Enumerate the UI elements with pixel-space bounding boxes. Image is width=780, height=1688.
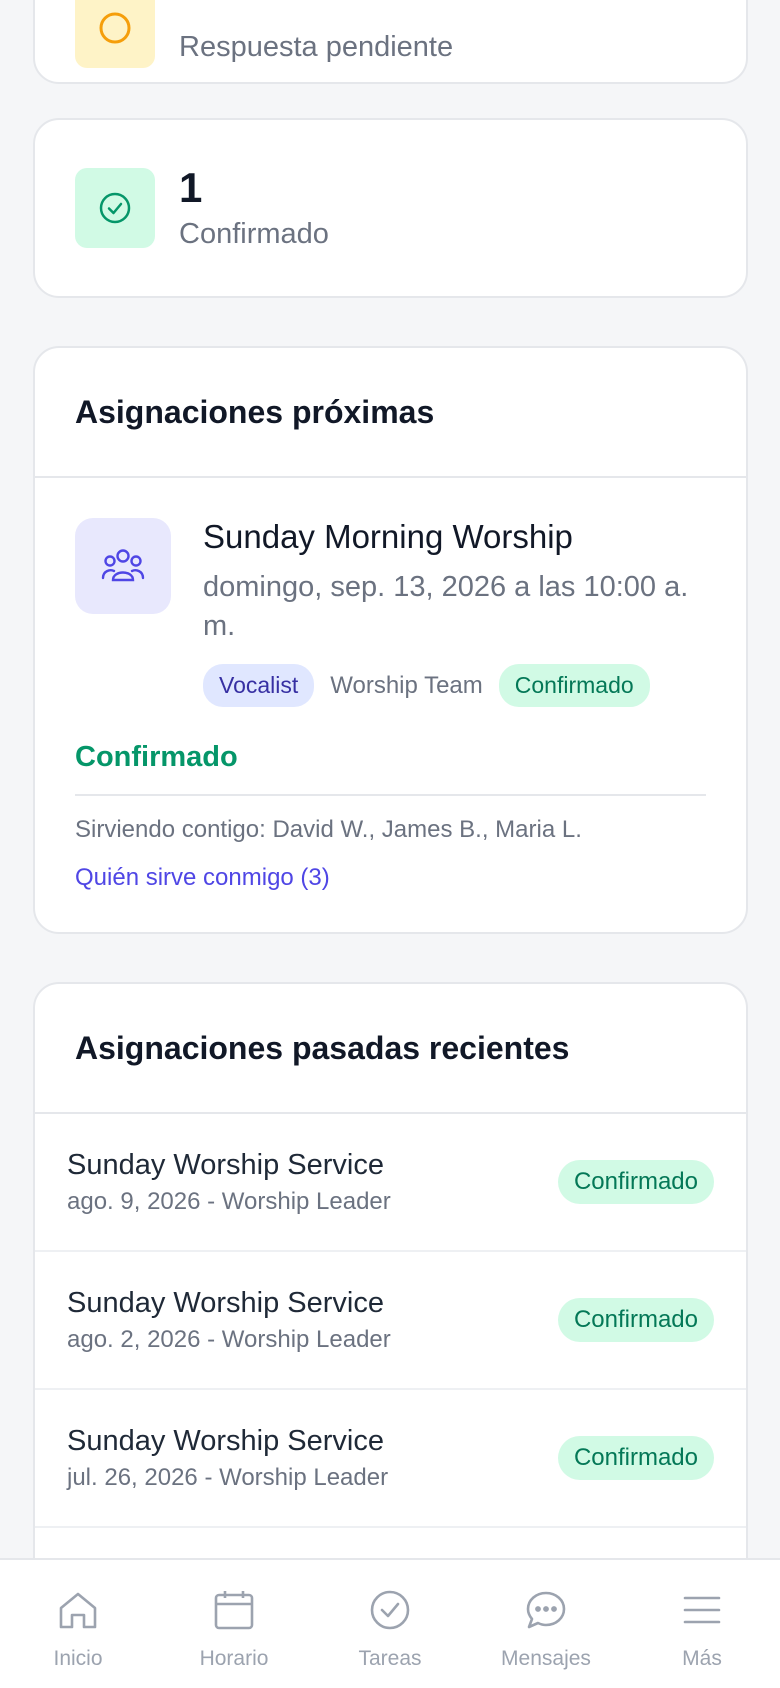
assignment-date: domingo, sep. 13, 2026 a las 10:00 a. m.	[203, 571, 689, 643]
pending-stat-card: Respuesta pendiente	[33, 0, 748, 84]
nav-item-mas[interactable]: Más	[624, 1560, 780, 1688]
past-item-text: Sunday Worship Service ago. 2, 2026 - Wo…	[67, 1287, 391, 1354]
past-item-title: Sunday Worship Service	[67, 1424, 385, 1457]
assignment-item[interactable]: Sunday Morning Worship domingo, sep. 13,…	[35, 478, 746, 932]
chat-icon	[524, 1588, 568, 1637]
nav-label: Tareas	[358, 1647, 422, 1670]
nav-label: Más	[682, 1647, 722, 1670]
past-item-title: Sunday Worship Service	[67, 1286, 385, 1319]
past-item-text: Sunday Worship Service ago. 9, 2026 - Wo…	[67, 1149, 391, 1216]
clock-icon	[75, 0, 155, 68]
past-item[interactable]: Sunday Worship Service ago. 9, 2026 - Wo…	[35, 1114, 746, 1252]
past-item-sub: ago. 9, 2026 - Worship Leader	[67, 1187, 391, 1215]
confirmed-stat-card: 1 Confirmado	[33, 118, 748, 298]
status-tag: Confirmado	[498, 664, 650, 708]
team-tag: Worship Team	[330, 671, 483, 699]
check-circle-icon	[368, 1588, 412, 1637]
past-item-text: Sunday Worship Service jul. 26, 2026 - W…	[67, 1425, 388, 1492]
assignment-status: Confirmado	[75, 741, 238, 774]
nav-item-mensajes[interactable]: Mensajes	[468, 1560, 624, 1688]
upcoming-heading: Asignaciones próximas	[35, 348, 746, 478]
home-icon	[56, 1588, 100, 1637]
nav-label: Mensajes	[501, 1647, 591, 1670]
page: Respuesta pendiente 1 Confirmado Asignac…	[0, 0, 780, 1688]
pending-label: Respuesta pendiente	[179, 31, 454, 63]
menu-icon	[680, 1588, 724, 1637]
past-item-title: Sunday Worship Service	[67, 1148, 385, 1181]
status-badge: Confirmado	[557, 1298, 714, 1342]
assignment-info: Sunday Morning Worship domingo, sep. 13,…	[203, 518, 706, 708]
nav-label: Inicio	[53, 1647, 103, 1670]
calendar-icon	[212, 1588, 256, 1637]
assignment-tags: Vocalist Worship Team Confirmado	[203, 664, 706, 708]
role-tag: Vocalist	[203, 664, 315, 708]
upcoming-assignments-card: Asignaciones próximas Sunday Morning Wor…	[33, 346, 748, 934]
nav-item-inicio[interactable]: Inicio	[0, 1560, 156, 1688]
nav-item-horario[interactable]: Horario	[156, 1560, 312, 1688]
past-item-sub: jul. 26, 2026 - Worship Leader	[67, 1463, 389, 1491]
team-icon	[75, 518, 171, 614]
check-circle-icon	[75, 168, 155, 248]
nav-label: Horario	[199, 1647, 269, 1670]
serving-with-text: Sirviendo contigo: David W., James B., M…	[75, 816, 582, 844]
pending-stat-text: Respuesta pendiente	[179, 25, 453, 64]
bottom-nav: Inicio Horario Tareas Mensajes Más	[0, 1558, 780, 1688]
past-item[interactable]: Sunday Worship Service jul. 26, 2026 - W…	[35, 1390, 746, 1528]
assignment-row: Sunday Morning Worship domingo, sep. 13,…	[75, 518, 706, 708]
past-item[interactable]: Sunday Worship Service ago. 2, 2026 - Wo…	[35, 1252, 746, 1390]
confirmed-stat-text: 1 Confirmado	[179, 165, 329, 250]
assignment-title: Sunday Morning Worship	[203, 518, 573, 555]
confirmed-label: Confirmado	[179, 217, 329, 250]
nav-item-tareas[interactable]: Tareas	[312, 1560, 468, 1688]
divider	[75, 794, 706, 797]
status-badge: Confirmado	[557, 1160, 714, 1204]
past-assignments-card: Asignaciones pasadas recientes Sunday Wo…	[33, 982, 748, 1602]
confirmed-count: 1	[179, 164, 203, 212]
who-serves-link[interactable]: Quién sirve conmigo (3)	[75, 864, 330, 892]
status-badge: Confirmado	[557, 1436, 714, 1480]
past-heading: Asignaciones pasadas recientes	[35, 984, 746, 1114]
past-item-sub: ago. 2, 2026 - Worship Leader	[67, 1325, 391, 1353]
